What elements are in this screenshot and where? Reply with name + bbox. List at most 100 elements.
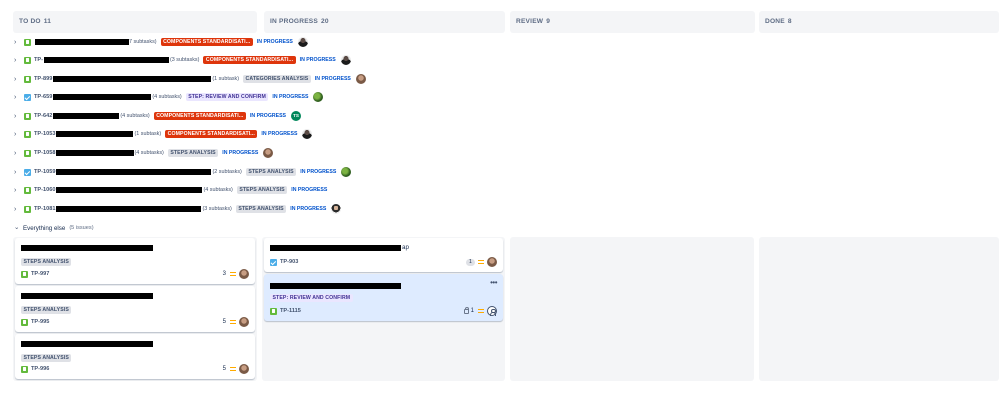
story-icon bbox=[24, 112, 31, 120]
parent-issue-row[interactable]: › TP-1059 (2 subtasks) STEPS ANALYSIS IN… bbox=[14, 165, 352, 179]
issue-key[interactable]: TP-1081 bbox=[34, 206, 55, 212]
column-header-in-progress[interactable]: IN PROGRESS 20 bbox=[264, 11, 505, 33]
epic-lozenge: STEPS ANALYSIS bbox=[236, 186, 288, 194]
swimlane-header-everything-else[interactable]: ⌄ Everything else (5 issues) bbox=[14, 222, 94, 234]
child-issues-icon bbox=[463, 306, 470, 314]
chevron-right-icon[interactable]: › bbox=[14, 57, 22, 64]
status-text[interactable]: IN PROGRESS bbox=[291, 187, 327, 193]
parent-issue-row[interactable]: › 7 subtasks) COMPONENTS STANDARDISATI..… bbox=[14, 35, 308, 49]
issue-key[interactable]: TP-1058 bbox=[34, 150, 55, 156]
epic-lozenge: STEP: REVIEW AND CONFIRM bbox=[270, 294, 353, 302]
chevron-right-icon[interactable]: › bbox=[14, 76, 22, 83]
subtask-count: (4 subtasks) bbox=[120, 113, 150, 119]
subtask-count: (3 subtasks) bbox=[202, 206, 232, 212]
parent-issue-row[interactable]: › TP-899 (1 subtask) CATEGORIES ANALYSIS… bbox=[14, 72, 366, 86]
more-actions-icon[interactable]: ••• bbox=[490, 279, 497, 287]
chevron-right-icon[interactable]: › bbox=[14, 187, 22, 194]
issue-key[interactable]: TP-995 bbox=[31, 319, 49, 325]
chevron-right-icon[interactable]: › bbox=[14, 94, 22, 101]
avatar[interactable] bbox=[313, 92, 324, 102]
issue-key[interactable]: TP-642 bbox=[34, 113, 52, 119]
status-text[interactable]: IN PROGRESS bbox=[300, 169, 336, 175]
avatar[interactable] bbox=[297, 37, 308, 47]
status-text[interactable]: IN PROGRESS bbox=[250, 113, 286, 119]
issue-card[interactable]: ap TP-903 1 bbox=[264, 238, 503, 272]
story-points-badge: 1 bbox=[466, 258, 475, 266]
story-icon bbox=[24, 38, 31, 46]
chevron-right-icon[interactable]: › bbox=[14, 39, 22, 46]
avatar[interactable] bbox=[239, 317, 249, 327]
epic-lozenge: STEPS ANALYSIS bbox=[245, 168, 297, 176]
priority-medium-icon bbox=[230, 272, 236, 276]
chevron-right-icon[interactable]: › bbox=[14, 113, 22, 120]
column-count: 11 bbox=[43, 18, 52, 25]
swimlane-title: Everything else bbox=[23, 224, 66, 232]
issue-key[interactable]: TP-1115 bbox=[280, 308, 301, 314]
avatar[interactable] bbox=[302, 129, 313, 139]
chevron-right-icon[interactable]: › bbox=[14, 206, 22, 213]
chevron-right-icon[interactable]: › bbox=[14, 150, 22, 157]
parent-issue-row[interactable]: › TP-1058 (4 subtasks) STEPS ANALYSIS IN… bbox=[14, 146, 274, 160]
card-footer: TP-903 1 bbox=[270, 257, 497, 267]
issue-card-selected[interactable]: ••• STEP: REVIEW AND CONFIRM TP-1115 1 bbox=[264, 274, 503, 321]
issue-key[interactable]: TP- bbox=[34, 57, 43, 63]
status-text[interactable]: IN PROGRESS bbox=[315, 76, 351, 82]
issue-key[interactable]: TP-903 bbox=[280, 259, 298, 265]
chevron-right-icon[interactable]: › bbox=[14, 169, 22, 176]
redacted-summary bbox=[56, 150, 135, 156]
story-icon bbox=[24, 149, 31, 157]
parent-issue-row[interactable]: › TP-1081 (3 subtasks) STEPS ANALYSIS IN… bbox=[14, 202, 342, 216]
issue-key[interactable]: TP-1059 bbox=[34, 169, 55, 175]
status-text[interactable]: IN PROGRESS bbox=[222, 150, 258, 156]
avatar[interactable] bbox=[331, 204, 342, 214]
issue-card[interactable]: STEPS ANALYSIS TP-995 5 bbox=[15, 286, 255, 332]
status-text[interactable]: IN PROGRESS bbox=[272, 94, 308, 100]
chevron-down-icon[interactable]: ⌄ bbox=[14, 224, 22, 232]
avatar[interactable] bbox=[239, 269, 249, 279]
epic-lozenge: COMPONENTS STANDARDISATI... bbox=[203, 56, 296, 64]
issue-card[interactable]: STEPS ANALYSIS TP-996 5 bbox=[15, 334, 255, 379]
parent-issue-row[interactable]: › TP-642 (4 subtasks) COMPONENTS STANDAR… bbox=[14, 109, 301, 123]
card-footer: TP-1115 1 bbox=[270, 306, 497, 316]
avatar[interactable] bbox=[239, 364, 249, 374]
redacted-summary bbox=[56, 187, 203, 193]
subtask-count: (3 subtasks) bbox=[170, 57, 200, 63]
avatar[interactable] bbox=[355, 74, 366, 84]
story-points: 5 bbox=[222, 319, 226, 325]
column-header-done[interactable]: DONE 8 bbox=[759, 11, 999, 33]
redacted-summary bbox=[44, 57, 170, 63]
subtask-count: (4 subtasks) bbox=[152, 94, 182, 100]
issue-key[interactable]: TP-997 bbox=[31, 271, 49, 277]
parent-issue-row[interactable]: › TP- (3 subtasks) COMPONENTS STANDARDIS… bbox=[14, 53, 351, 67]
story-icon bbox=[24, 205, 31, 213]
avatar-initials[interactable]: TS bbox=[291, 111, 301, 121]
subtask-count: (1 subtask) bbox=[134, 131, 162, 137]
status-text[interactable]: IN PROGRESS bbox=[300, 57, 336, 63]
parent-issue-row[interactable]: › TP-1060 (4 subtasks) STEPS ANALYSIS IN… bbox=[14, 183, 332, 197]
parent-issue-row[interactable]: › TP-659 (4 subtasks) STEP: REVIEW AND C… bbox=[14, 90, 324, 104]
issue-key[interactable]: TP-1060 bbox=[34, 187, 55, 193]
status-text[interactable]: IN PROGRESS bbox=[261, 131, 297, 137]
epic-lozenge: CATEGORIES ANALYSIS bbox=[243, 75, 311, 83]
status-text[interactable]: IN PROGRESS bbox=[290, 206, 326, 212]
issue-key[interactable]: TP-659 bbox=[34, 94, 52, 100]
issue-card[interactable]: STEPS ANALYSIS TP-997 3 bbox=[15, 238, 255, 284]
redacted-summary bbox=[56, 206, 202, 212]
chevron-right-icon[interactable]: › bbox=[14, 131, 22, 138]
issue-key[interactable]: TP-899 bbox=[34, 76, 52, 82]
issue-key[interactable]: TP-996 bbox=[31, 366, 49, 372]
avatar[interactable] bbox=[263, 148, 274, 158]
status-text[interactable]: IN PROGRESS bbox=[257, 39, 293, 45]
priority-medium-icon bbox=[230, 367, 236, 371]
avatar[interactable] bbox=[340, 55, 351, 65]
issue-key[interactable]: TP-1053 bbox=[34, 131, 55, 137]
subtask-count: (4 subtasks) bbox=[203, 187, 233, 193]
parent-issue-row[interactable]: › TP-1053 (1 subtask) COMPONENTS STANDAR… bbox=[14, 127, 313, 141]
card-footer: TP-996 5 bbox=[21, 364, 249, 374]
redacted-title bbox=[21, 341, 153, 347]
column-header-todo[interactable]: TO DO 11 bbox=[13, 11, 257, 33]
unassigned-avatar-icon[interactable] bbox=[487, 306, 497, 316]
avatar[interactable] bbox=[341, 167, 352, 177]
avatar[interactable] bbox=[487, 257, 497, 267]
column-header-review[interactable]: REVIEW 9 bbox=[510, 11, 755, 33]
